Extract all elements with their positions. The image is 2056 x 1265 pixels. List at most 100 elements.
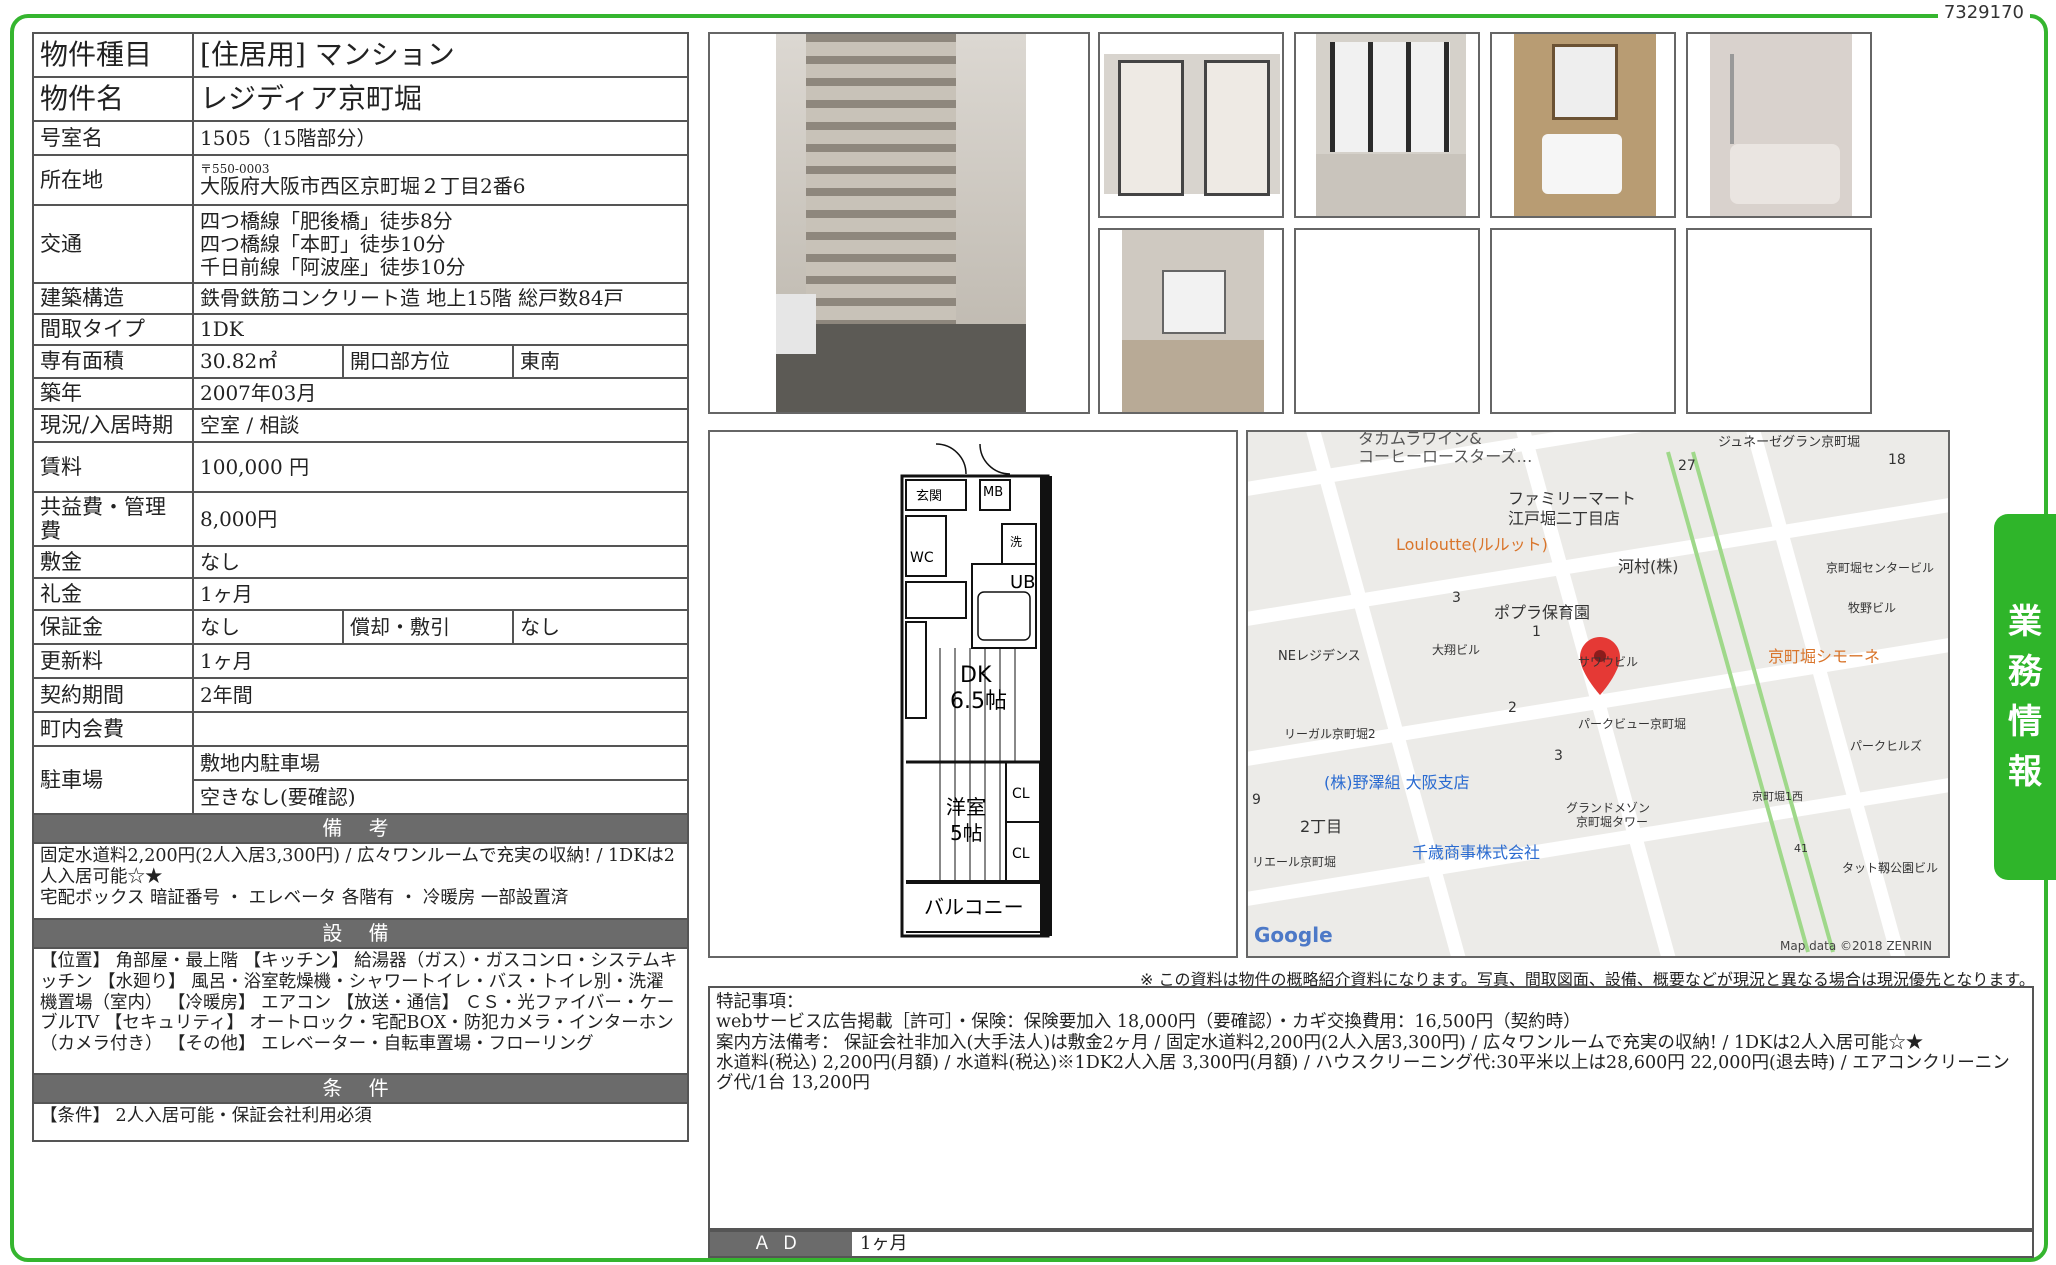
western-room-label: 洋室 bbox=[946, 795, 986, 819]
map-label: ファミリーマート bbox=[1508, 489, 1636, 508]
map-label: 18 bbox=[1888, 452, 1906, 468]
document-id: 7329170 bbox=[1937, 2, 2030, 23]
parking-line2: 空きなし(要確認) bbox=[191, 779, 690, 816]
keymoney-value: 1ヶ月 bbox=[191, 577, 690, 612]
community-label: 町内会費 bbox=[32, 711, 194, 748]
location-map[interactable]: タカムラワイン& コーヒーロースターズ… ジュネーゼグラン京町堀 27 18 フ… bbox=[1246, 430, 1950, 958]
status-label: 現況/入居時期 bbox=[32, 408, 194, 443]
photo-slot-empty bbox=[1490, 228, 1676, 414]
built-value: 2007年03月 bbox=[191, 377, 690, 410]
layout-value: 1DK bbox=[191, 313, 690, 346]
closet-image bbox=[1104, 54, 1280, 196]
map-label: 41 bbox=[1794, 842, 1808, 855]
equipment-header: 設 備 bbox=[31, 918, 690, 950]
map-drawing: タカムラワイン& コーヒーロースターズ… ジュネーゼグラン京町堀 27 18 フ… bbox=[1248, 432, 1948, 956]
map-label: タット靱公園ビル bbox=[1842, 861, 1938, 875]
map-label: (株)野澤組 大阪支店 bbox=[1324, 773, 1470, 792]
amort-label: 償却・敷引 bbox=[342, 609, 514, 646]
bathroom-photo[interactable] bbox=[1686, 32, 1872, 218]
bathroom-image bbox=[1710, 34, 1852, 216]
special-line: 案内方法備考： 保証会社非加入(大手法人)は敷金2ヶ月 / 固定水道料2,200… bbox=[716, 1032, 1924, 1053]
deposit-label: 敷金 bbox=[32, 545, 194, 580]
map-label: Louloutte(ルルット) bbox=[1396, 535, 1548, 554]
term-label: 契約期間 bbox=[32, 677, 194, 714]
conditions-header: 条 件 bbox=[31, 1073, 690, 1105]
access-line: 千日前線「阿波座」徒歩10分 bbox=[200, 254, 466, 279]
remarks-line: 固定水道料2,200円(2人入居3,300円) / 広々ワンルームで充実の収納!… bbox=[40, 846, 675, 887]
keymoney-label: 礼金 bbox=[32, 577, 194, 612]
western-room-size-label: 5帖 bbox=[950, 821, 983, 845]
map-label: パークヒルズ bbox=[1850, 738, 1922, 753]
side-tab-char: 務 bbox=[2008, 652, 2042, 692]
special-notes: 特記事項： webサービス広告掲載［許可］・保険：保険要加入 18,000円（要… bbox=[708, 986, 2034, 1230]
map-label: 千歳商事株式会社 bbox=[1412, 843, 1540, 862]
structure-value: 鉄骨鉄筋コンクリート造 地上15階 総戸数84戸 bbox=[191, 282, 690, 315]
closet-label-2: CL bbox=[1012, 846, 1030, 862]
photo-slot-empty bbox=[1686, 228, 1872, 414]
washroom-photo[interactable] bbox=[1490, 32, 1676, 218]
map-label: 3 bbox=[1452, 590, 1461, 606]
kitchen-photo[interactable] bbox=[1098, 228, 1284, 414]
access-cell: 四つ橋線「肥後橋」徒歩8分 四つ橋線「本町」徒歩10分 千日前線「阿波座」徒歩10分 bbox=[191, 204, 690, 284]
map-label: NEレジデンス bbox=[1278, 648, 1361, 664]
map-label: 京町堀1西 bbox=[1752, 789, 1803, 803]
building-photo[interactable] bbox=[708, 32, 1090, 414]
closet-label-1: CL bbox=[1012, 786, 1030, 802]
map-label: 江戸堀二丁目店 bbox=[1508, 509, 1620, 528]
parking-label: 駐車場 bbox=[32, 745, 194, 816]
remarks-cell: 固定水道料2,200円(2人入居3,300円) / 広々ワンルームで充実の収納!… bbox=[31, 842, 690, 921]
map-label: サワウビル bbox=[1578, 655, 1638, 669]
remarks-line: 宅配ボックス 暗証番号 ・ エレベータ 各階有 ・ 冷暖房 一部設置済 bbox=[40, 887, 569, 908]
map-label: グランドメゾン bbox=[1566, 801, 1650, 815]
deposit-value: なし bbox=[191, 545, 690, 580]
access-line: 四つ橋線「本町」徒歩10分 bbox=[200, 231, 446, 256]
renewal-value: 1ヶ月 bbox=[191, 643, 690, 680]
access-label: 交通 bbox=[32, 204, 194, 284]
area-value: 30.82㎡ bbox=[192, 344, 344, 379]
remarks-header: 備 考 bbox=[31, 813, 690, 845]
side-tab-char: 報 bbox=[2008, 752, 2042, 792]
map-label: 27 bbox=[1678, 458, 1696, 474]
map-label: リエール京町堀 bbox=[1252, 854, 1336, 869]
map-label: 9 bbox=[1252, 792, 1261, 808]
room-value: 1505（15階部分） bbox=[191, 120, 690, 156]
map-label: 1 bbox=[1532, 624, 1541, 640]
map-label: 3 bbox=[1554, 748, 1563, 764]
room-label: 号室名 bbox=[32, 120, 194, 156]
floor-plan[interactable]: 玄関 MB 洗 WC UB DK 6.5帖 洋室 5帖 CL CL バルコニー bbox=[708, 430, 1238, 958]
google-logo: Google bbox=[1254, 923, 1333, 947]
name-label: 物件名 bbox=[32, 76, 194, 122]
type-value: [住居用] マンション bbox=[191, 32, 690, 78]
special-title: 特記事項： bbox=[716, 992, 804, 1012]
map-label: 大翔ビル bbox=[1432, 643, 1480, 657]
map-label: 牧野ビル bbox=[1848, 601, 1896, 615]
map-label: 2 bbox=[1508, 700, 1517, 716]
conditions-text: 【条件】 2人入居可能・保証会社利用必須 bbox=[31, 1102, 690, 1143]
side-tab-char: 業 bbox=[2008, 602, 2042, 642]
map-label: ポプラ保育園 bbox=[1494, 603, 1590, 622]
layout-label: 間取タイプ bbox=[32, 313, 194, 346]
rent-value: 100,000 円 bbox=[191, 441, 690, 493]
map-label: パークビュー京町堀 bbox=[1578, 716, 1686, 731]
special-line: webサービス広告掲載［許可］・保険：保険要加入 18,000円（要確認）・カギ… bbox=[716, 1012, 1581, 1033]
floor-plan-drawing: 玄関 MB 洗 WC UB DK 6.5帖 洋室 5帖 CL CL バルコニー bbox=[900, 443, 1052, 938]
property-table: 物件種目 [住居用] マンション 物件名 レジディア京町堀 号室名 1505（15階部… bbox=[31, 32, 690, 1143]
room-door-photo[interactable] bbox=[1294, 32, 1480, 218]
business-info-tab[interactable]: 業 務 情 報 bbox=[1994, 514, 2056, 880]
balcony-label: バルコニー bbox=[924, 895, 1024, 919]
amort-value: なし bbox=[511, 609, 690, 646]
special-line: 水道料(税込) 2,200円(月額) / 水道料(税込)※1DK2人入居 3,3… bbox=[716, 1052, 2010, 1094]
closet-photo[interactable] bbox=[1098, 32, 1284, 218]
map-credit: Map data ©2018 ZENRIN bbox=[1780, 939, 1932, 953]
rent-label: 賃料 bbox=[32, 441, 194, 493]
term-value: 2年間 bbox=[191, 677, 690, 714]
dk-size-label: 6.5帖 bbox=[950, 689, 1007, 714]
map-label: リーガル京町堀2 bbox=[1284, 726, 1376, 741]
address-value: 大阪府大阪市西区京町堀２丁目2番6 bbox=[200, 173, 526, 198]
access-line: 四つ橋線「肥後橋」徒歩8分 bbox=[200, 208, 453, 233]
built-label: 築年 bbox=[32, 377, 194, 410]
guarantee-label: 保証金 bbox=[32, 609, 194, 646]
building-image bbox=[776, 34, 1026, 412]
ad-label: ＡＤ bbox=[710, 1232, 852, 1256]
photo-slot-empty bbox=[1294, 228, 1480, 414]
